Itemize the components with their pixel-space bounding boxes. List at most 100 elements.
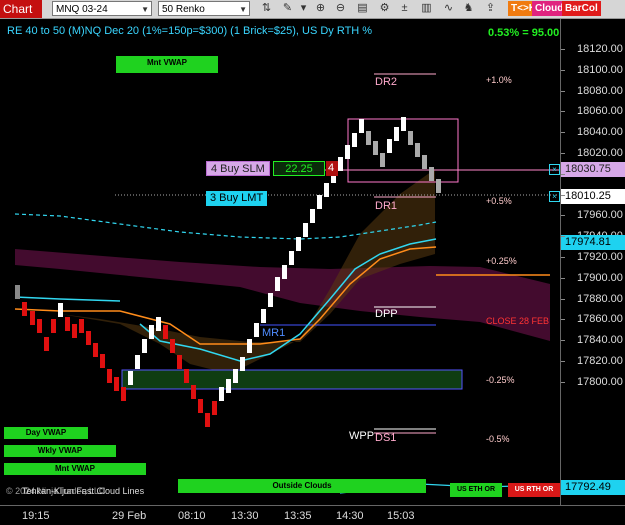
lower-price-tag: 17792.49 — [561, 480, 625, 495]
renko-brick — [345, 145, 350, 159]
y-label: 18020.00 — [577, 147, 623, 159]
x-label: 08:10 — [178, 510, 206, 522]
y-label: 18100.00 — [577, 63, 623, 76]
renko-brick — [422, 155, 427, 169]
renko-brick — [149, 325, 154, 339]
renko-brick — [366, 131, 371, 145]
property-icon[interactable]: ⚙ — [378, 2, 391, 15]
renko-brick — [254, 323, 259, 337]
renko-brick — [401, 117, 406, 131]
renko-brick — [212, 401, 217, 415]
drawing-tools-icon[interactable]: ▾ — [297, 2, 310, 15]
y-tick — [561, 215, 565, 217]
y-tick — [561, 257, 565, 258]
renko-brick — [65, 317, 70, 331]
instrument-label: MNQ 03-24 — [56, 4, 108, 15]
layout-icon[interactable]: ▥ — [420, 2, 433, 15]
renko-brick — [387, 139, 392, 153]
renko-brick — [233, 369, 238, 383]
renko-brick — [359, 119, 364, 133]
y-label: 17920.00 — [577, 251, 623, 263]
close-label: CLOSE 28 FEB — [486, 316, 550, 326]
renko-brick — [317, 195, 322, 209]
chevron-down-icon: ▼ — [239, 5, 247, 14]
renko-brick — [142, 339, 147, 353]
y-label: 18120.00 — [577, 43, 623, 55]
price-axis[interactable]: 17800.00 17820.00 17840.00 17860.00 17880.00… — [560, 19, 625, 505]
time-axis[interactable]: 19:15 29 Feb 08:10 13:30 13:35 14:30 15:… — [0, 505, 625, 525]
cursor-icon[interactable]: ⇅ — [260, 2, 273, 15]
mnt-vwap-top-button[interactable]: Mnt VWAP — [116, 56, 218, 73]
buy-lmt-order[interactable]: 3 Buy LMT — [206, 191, 268, 206]
y-tick — [561, 277, 565, 279]
y-tick — [561, 173, 565, 175]
wkly-vwap-button[interactable]: Wkly VWAP — [4, 445, 116, 457]
m05-label: -0.5% — [486, 434, 510, 444]
renko-brick — [58, 303, 63, 317]
y-tick — [561, 340, 565, 342]
barcol-button[interactable]: BarCol — [562, 1, 601, 16]
x-label: 29 Feb — [112, 510, 147, 522]
buy-slm-order[interactable]: 4 Buy SLM — [206, 161, 270, 176]
x-label: 13:30 — [231, 510, 259, 522]
renko-brick — [170, 339, 175, 353]
renko-brick — [352, 133, 357, 147]
y-label: 17880.00 — [577, 292, 623, 305]
buy-slm-price[interactable]: 22.25 — [273, 161, 325, 176]
p05-label: +0.5% — [486, 196, 512, 206]
instrument-selector[interactable]: MNQ 03-24 ▼ — [52, 1, 152, 16]
chart-plot-area[interactable]: RE 40 to 50 (M)NQ Dec 20 (1%=150p=$300) … — [0, 19, 560, 505]
y-tick — [561, 298, 565, 300]
y-tick — [561, 361, 565, 362]
chart-header-text: RE 40 to 50 (M)NQ Dec 20 (1%=150p=$300) … — [7, 25, 373, 37]
y-label: 18060.00 — [577, 105, 623, 118]
y-tick — [561, 381, 565, 383]
strategy-icon[interactable]: ♞ — [462, 2, 475, 15]
renko-brick — [226, 379, 231, 393]
renko-brick — [128, 371, 133, 385]
pencil-icon[interactable]: ✎ — [281, 2, 294, 15]
outside-clouds-button[interactable]: Outside Clouds — [178, 479, 426, 493]
renko-brick — [338, 157, 343, 171]
renko-brick — [198, 399, 203, 413]
y-label: 18040.00 — [577, 126, 623, 139]
share-icon[interactable]: ⇪ — [484, 2, 497, 15]
x-label: 19:15 — [22, 510, 50, 522]
renko-brick — [72, 324, 77, 338]
mnt-vwap-button[interactable]: Mnt VWAP — [4, 463, 146, 475]
renko-brick — [79, 319, 84, 333]
zoom-out-icon[interactable]: ⊖ — [334, 2, 347, 15]
renko-brick — [51, 319, 56, 333]
p1-label: +1.0% — [486, 75, 512, 85]
cancel-slm-icon[interactable]: × — [549, 164, 560, 175]
indicator-icon[interactable]: ∿ — [442, 2, 455, 15]
us-eth-or-button[interactable]: US ETH OR — [450, 483, 502, 497]
y-tick — [561, 153, 565, 154]
renko-brick — [15, 285, 20, 299]
cancel-lmt-icon[interactable]: × — [549, 191, 560, 202]
p025-label: +0.25% — [486, 256, 517, 266]
m025-label: -0.25% — [486, 375, 515, 385]
plus-minus-icon[interactable]: ± — [398, 2, 411, 15]
renko-brick — [121, 387, 126, 401]
renko-brick — [429, 167, 434, 181]
y-tick — [561, 111, 565, 113]
renko-brick — [275, 277, 280, 291]
renko-brick — [219, 387, 224, 401]
bars-icon[interactable]: ▤ — [356, 2, 369, 15]
x-label: 15:03 — [387, 510, 415, 522]
day-vwap-button[interactable]: Day VWAP — [4, 427, 88, 439]
y-tick — [561, 69, 565, 71]
renko-brick — [107, 369, 112, 383]
renko-brick — [86, 331, 91, 345]
us-rth-or-button[interactable]: US RTH OR — [508, 483, 560, 497]
x-label: 14:30 — [336, 510, 364, 522]
buy-slm-qty[interactable]: 4 — [326, 161, 338, 176]
renko-brick — [22, 302, 27, 316]
bartype-selector[interactable]: 50 Renko ▼ — [158, 1, 250, 16]
renko-brick — [268, 293, 273, 307]
y-tick — [561, 90, 565, 92]
dr2-label: DR2 — [375, 76, 398, 88]
zoom-in-icon[interactable]: ⊕ — [314, 2, 327, 15]
renko-brick — [37, 319, 42, 333]
